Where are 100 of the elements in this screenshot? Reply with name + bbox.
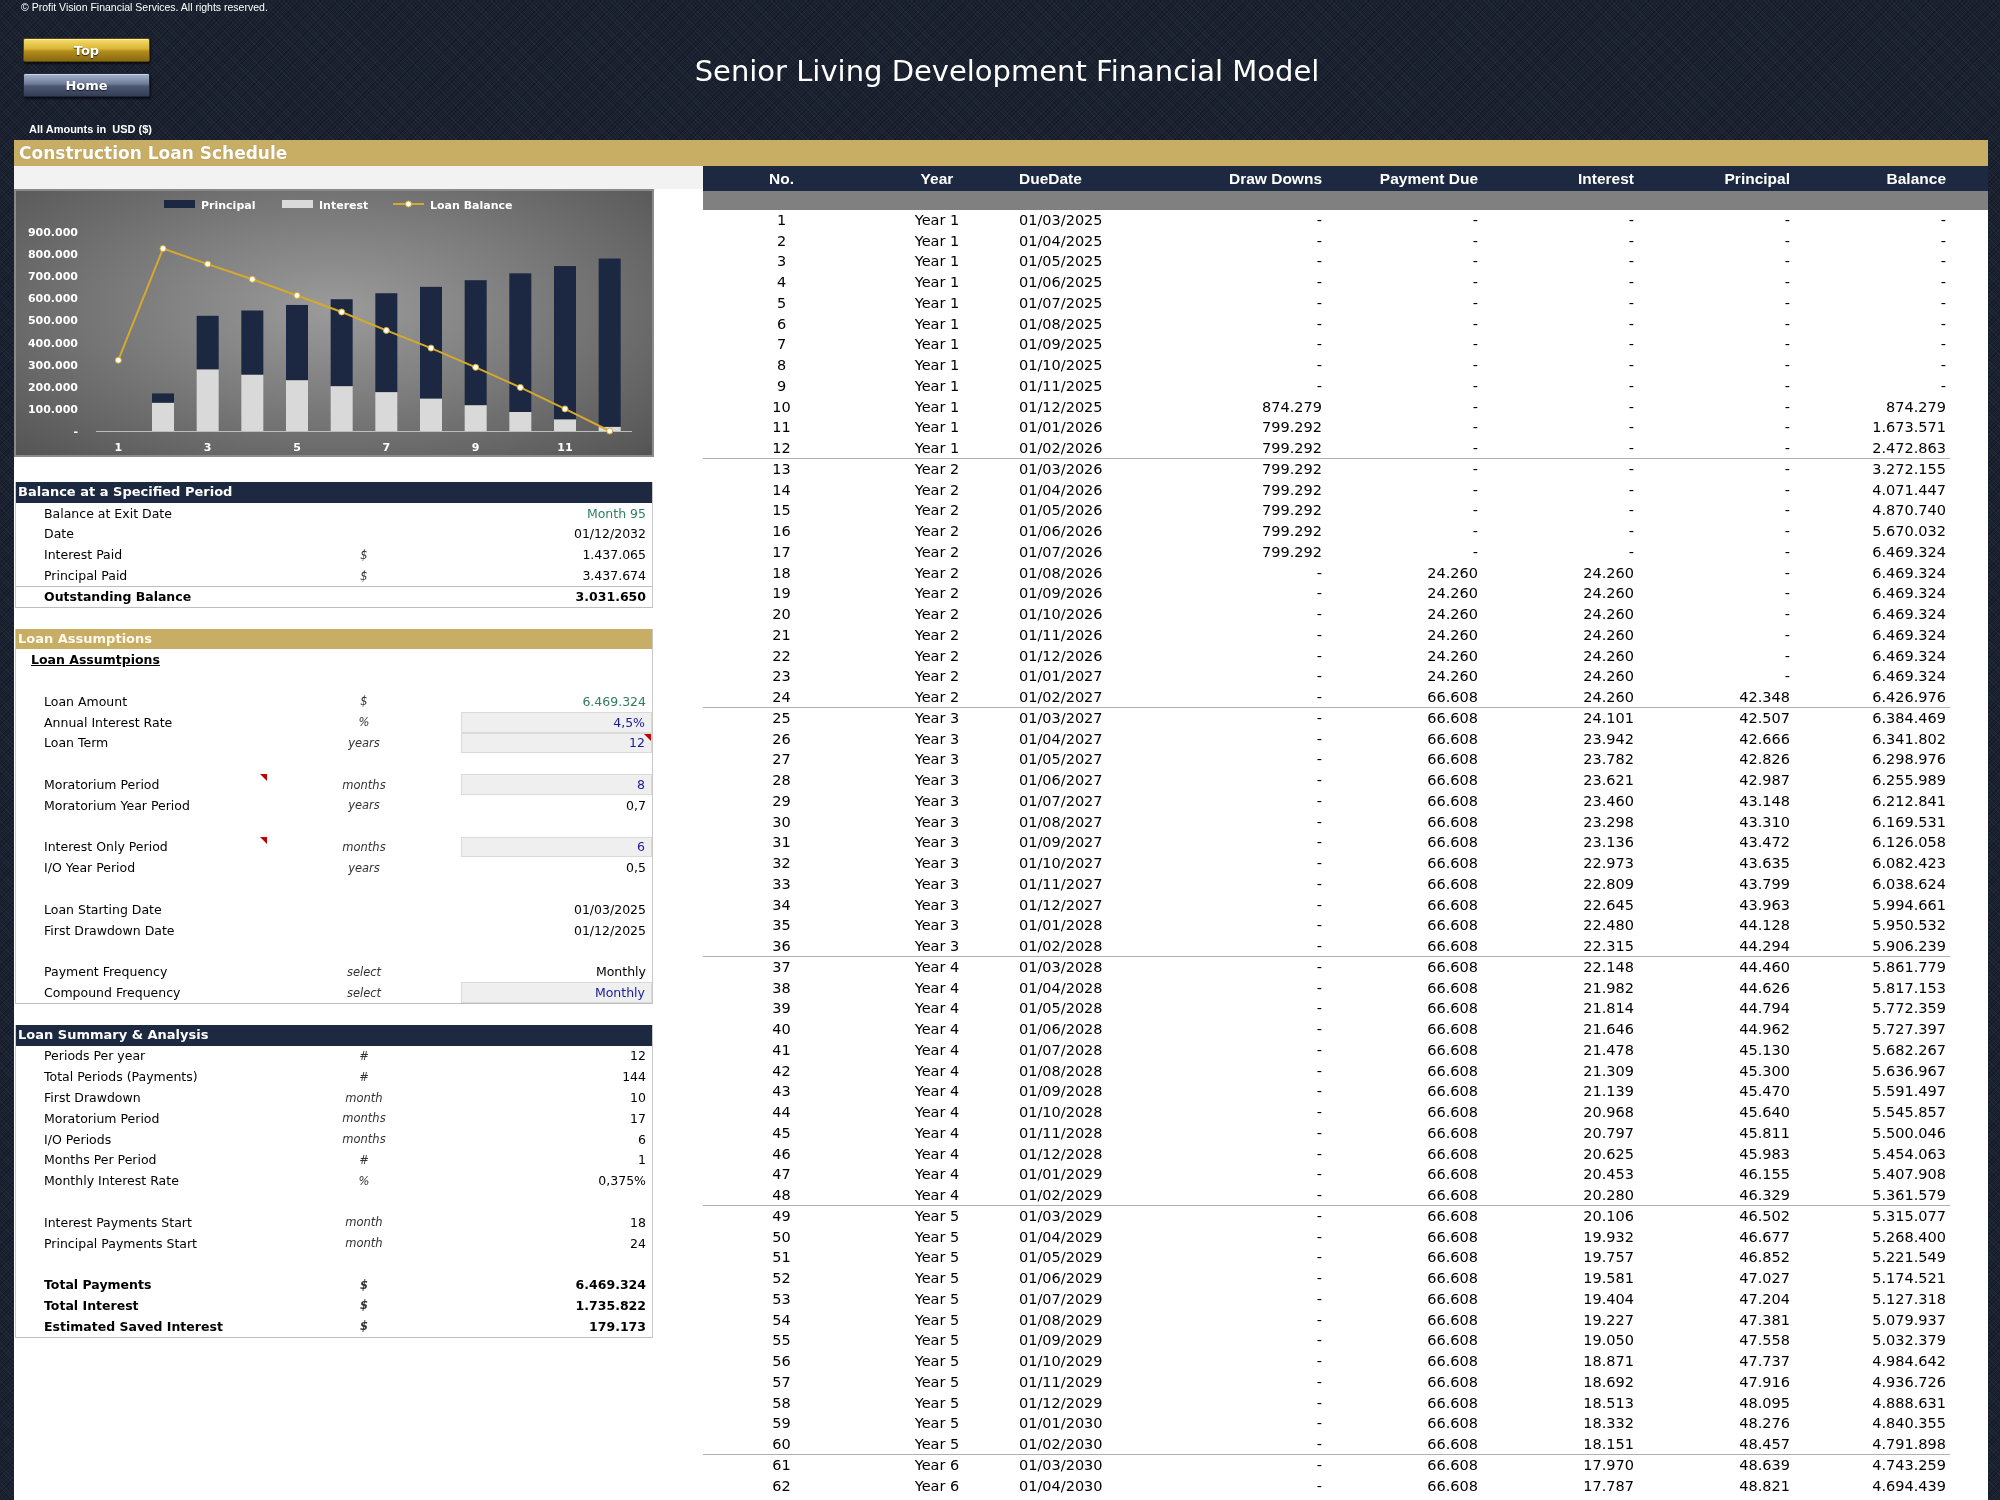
unit-label: $ (360, 1319, 368, 1334)
table-cell: 66.608 (1427, 1185, 1478, 1205)
table-cell: - (1784, 438, 1790, 458)
unit-label: select (346, 985, 382, 1000)
row-label: Principal Paid (44, 568, 128, 584)
table-cell: 66.608 (1427, 1269, 1478, 1289)
row-value: 6 (638, 1131, 646, 1147)
nav-button[interactable]: Home (23, 73, 150, 97)
table-cell: 6.384.469 (1872, 708, 1946, 728)
table-cell: - (1784, 522, 1790, 542)
table-cell: 4.936.726 (1872, 1372, 1946, 1392)
table-cell: - (1316, 1206, 1322, 1226)
table-cell: 01/04/2027 (1019, 729, 1103, 749)
table-cell: 43 (772, 1082, 791, 1102)
table-cell: Year 1 (914, 376, 960, 396)
table-cell: 42.666 (1739, 729, 1790, 749)
table-cell: Year 3 (914, 708, 960, 728)
table-cell: 17 (772, 542, 791, 562)
table-cell: Year 3 (914, 729, 960, 749)
table-cell: - (1316, 978, 1322, 998)
chart-point (248, 275, 256, 283)
table-cell: 66.608 (1427, 999, 1478, 1019)
unit-label: $ (360, 694, 368, 709)
input-field[interactable]: 12 (461, 732, 652, 754)
table-cell: 43.799 (1739, 874, 1790, 894)
table-cell: 42.348 (1739, 687, 1790, 707)
table-cell: 66.608 (1427, 1103, 1478, 1123)
row-label: Moratorium Period (44, 1110, 160, 1126)
table-cell: 18.513 (1583, 1393, 1634, 1413)
table-cell: 45.811 (1739, 1123, 1790, 1143)
table-cell: 24.101 (1583, 708, 1634, 728)
table-cell: - (1316, 895, 1322, 915)
table-cell: 66.608 (1427, 1040, 1478, 1060)
table-cell: 21.814 (1583, 999, 1634, 1019)
table-cell: Year 4 (914, 1185, 960, 1205)
y-axis-label: - (73, 425, 78, 438)
row-value: 179.173 (589, 1318, 646, 1334)
table-cell: 18 (772, 563, 791, 583)
input-field[interactable]: 6 (461, 836, 652, 858)
table-cell: 6.469.324 (1872, 605, 1946, 625)
table-cell: 66.608 (1427, 1248, 1478, 1268)
table-cell: - (1628, 522, 1634, 542)
table-cell: - (1784, 459, 1790, 479)
table-cell: 47.558 (1739, 1331, 1790, 1351)
table-cell: - (1316, 667, 1322, 687)
table-cell: - (1940, 231, 1946, 251)
table-cell: 43.472 (1739, 833, 1790, 853)
table-cell: 45.130 (1739, 1040, 1790, 1060)
table-cell: 48 (772, 1185, 791, 1205)
table-cell: 01/04/2028 (1019, 978, 1103, 998)
table-cell: 5.861.779 (1872, 957, 1946, 977)
table-cell: 5.727.397 (1872, 1020, 1946, 1040)
table-cell: 54 (772, 1310, 791, 1330)
table-cell: 44.962 (1739, 1020, 1790, 1040)
table-cell: - (1784, 273, 1790, 293)
table-cell: - (1628, 314, 1634, 334)
table-cell: 22 (772, 646, 791, 666)
table-cell: 23.460 (1583, 791, 1634, 811)
table-cell: 24.260 (1427, 605, 1478, 625)
table-cell: - (1784, 356, 1790, 376)
row-value: 01/12/2025 (573, 922, 646, 938)
table-cell: 21.309 (1583, 1061, 1634, 1081)
table-cell: Year 5 (914, 1414, 960, 1434)
table-cell: Year 4 (914, 1040, 960, 1060)
table-cell: 43.635 (1739, 854, 1790, 874)
table-cell: - (1784, 480, 1790, 500)
table-cell: Year 5 (914, 1331, 960, 1351)
table-cell: 1 (776, 210, 787, 230)
unit-label: # (359, 1048, 369, 1063)
table-cell: - (1628, 376, 1634, 396)
row-label: Interest Payments Start (44, 1214, 192, 1230)
table-cell: Year 5 (914, 1434, 960, 1454)
table-cell: 22.645 (1583, 895, 1634, 915)
table-cell: - (1316, 687, 1322, 707)
table-cell: 43.310 (1739, 812, 1790, 832)
table-cell: 23.136 (1583, 833, 1634, 853)
table-cell: Year 4 (914, 1103, 960, 1123)
table-cell: 4.071.447 (1872, 480, 1946, 500)
table-cell: - (1784, 584, 1790, 604)
table-cell: 1.673.571 (1872, 418, 1946, 438)
input-field[interactable]: Monthly (461, 982, 652, 1003)
table-cell: 4.791.898 (1872, 1434, 1946, 1454)
table-cell: 01/07/2025 (1019, 293, 1103, 313)
table-cell: 6.212.841 (1872, 791, 1946, 811)
table-cell: 66.608 (1427, 708, 1478, 728)
table-cell: - (1472, 418, 1478, 438)
input-field[interactable]: 8 (461, 774, 652, 795)
table-cell: 5.950.532 (1872, 916, 1946, 936)
table-cell: Year 3 (914, 791, 960, 811)
table-cell: - (1316, 812, 1322, 832)
table-cell: 799.292 (1262, 522, 1322, 542)
table-cell: Year 2 (914, 605, 960, 625)
table-cell: 41 (772, 1040, 791, 1060)
input-field[interactable]: 4,5% (461, 711, 652, 733)
table-cell: - (1316, 605, 1322, 625)
table-cell: Year 2 (914, 667, 960, 687)
table-cell: 66.608 (1427, 750, 1478, 770)
table-cell: 01/12/2028 (1019, 1144, 1103, 1164)
table-cell: 22.809 (1583, 874, 1634, 894)
table-cell: 19.050 (1583, 1331, 1634, 1351)
